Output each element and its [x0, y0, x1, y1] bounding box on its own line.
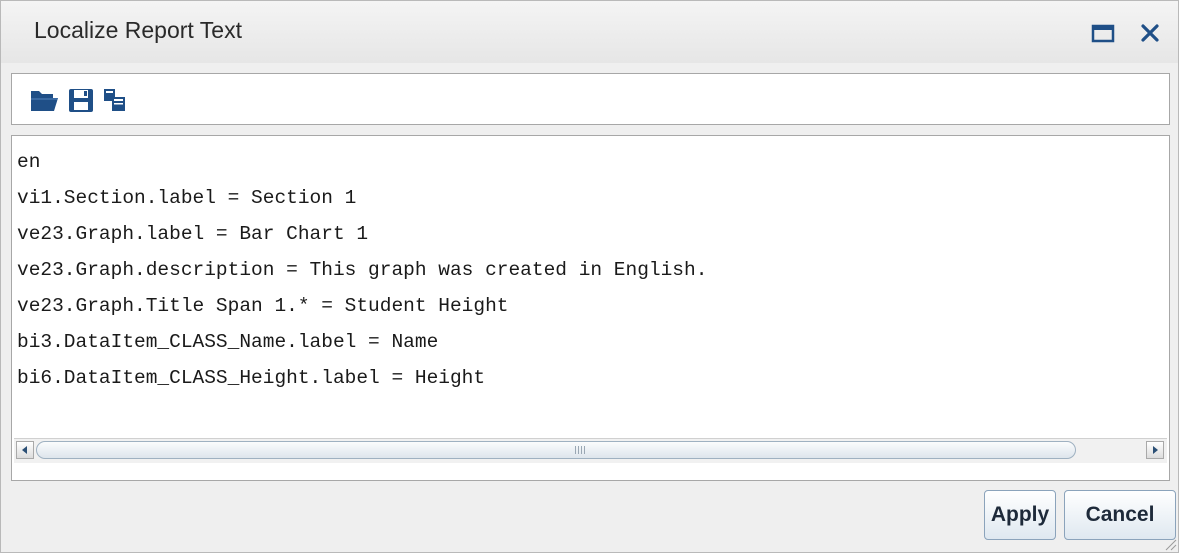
toolbar [11, 73, 1170, 125]
copy-button[interactable] [98, 84, 132, 116]
apply-button[interactable]: Apply [984, 490, 1056, 540]
copy-icon [104, 89, 125, 111]
maximize-button[interactable] [1089, 19, 1117, 47]
open-button[interactable] [28, 84, 62, 116]
editor-line: bi6.DataItem_CLASS_Height.label = Height [17, 367, 486, 389]
save-icon [69, 89, 93, 112]
editor-line: en [17, 151, 41, 173]
editor-line: ve23.Graph.description = This graph was … [17, 259, 708, 281]
localize-report-text-dialog: Localize Report Text en vi1.Section.labe… [0, 0, 1179, 553]
cancel-button[interactable]: Cancel [1064, 490, 1176, 540]
arrow-right-icon [1153, 446, 1158, 454]
resize-grip-icon[interactable] [1163, 537, 1177, 551]
grip-icon [575, 446, 587, 454]
horizontal-scrollbar[interactable] [14, 438, 1167, 463]
save-button[interactable] [64, 84, 98, 116]
maximize-icon [1091, 24, 1115, 43]
editor-line: bi3.DataItem_CLASS_Name.label = Name [17, 331, 439, 353]
localization-text-area[interactable]: en vi1.Section.label = Section 1 ve23.Grap… [11, 135, 1170, 481]
dialog-title-bar[interactable]: Localize Report Text [1, 1, 1178, 63]
close-button[interactable] [1136, 19, 1164, 47]
scroll-right-button[interactable] [1146, 441, 1164, 459]
editor-line: vi1.Section.label = Section 1 [17, 187, 357, 209]
editor-line: ve23.Graph.label = Bar Chart 1 [17, 223, 369, 245]
dialog-title: Localize Report Text [34, 17, 242, 43]
open-folder-icon [31, 91, 58, 111]
editor-line: ve23.Graph.Title Span 1.* = Student Heig… [17, 295, 509, 317]
arrow-left-icon [22, 446, 27, 454]
scroll-left-button[interactable] [16, 441, 34, 459]
scroll-thumb[interactable] [36, 441, 1076, 459]
close-icon [1141, 24, 1159, 42]
localization-text[interactable]: en vi1.Section.label = Section 1 ve23.Grap… [17, 144, 1161, 396]
